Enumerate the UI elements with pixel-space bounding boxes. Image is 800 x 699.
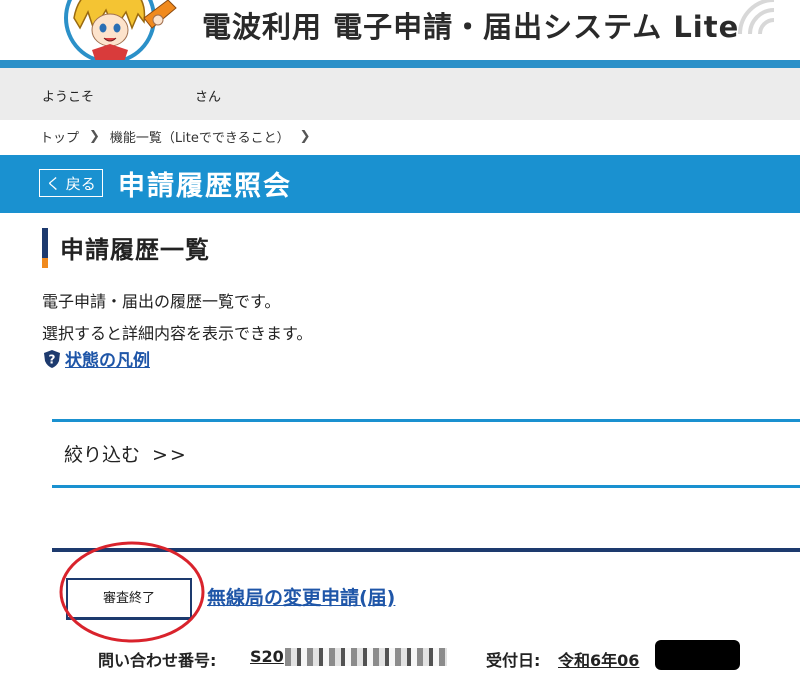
svg-text:?: ?	[49, 352, 56, 366]
status-badge: 審査終了	[66, 578, 192, 620]
redaction-mosaic	[285, 648, 447, 666]
header-divider	[0, 60, 800, 68]
received-date-label: 受付日:	[486, 651, 541, 670]
breadcrumb-item-feature-list[interactable]: 機能一覧（Liteでできること）	[110, 131, 290, 146]
received-date-value: 令和6年06	[558, 651, 640, 670]
chevron-right-icon: ❯	[299, 129, 311, 144]
filter-top-border	[52, 419, 800, 422]
section-heading: 申請履歴一覧	[60, 236, 210, 264]
inquiry-number-value[interactable]: S20	[250, 647, 284, 666]
status-legend-link[interactable]: ? 状態の凡例	[42, 346, 150, 371]
redaction-block	[655, 640, 740, 670]
status-legend-label[interactable]: 状態の凡例	[65, 351, 150, 371]
page-title: 申請履歴照会	[118, 171, 292, 202]
system-title: 電波利用 電子申請・届出システム Lite	[202, 10, 740, 44]
mascot-illustration	[64, 0, 177, 60]
application-title-link[interactable]: 無線局の変更申請(届)	[207, 583, 395, 610]
filter-label: 絞り込む	[64, 444, 141, 466]
back-button[interactable]: く 戻る	[39, 169, 103, 197]
section-heading-marker	[42, 228, 48, 268]
description-line-2: 選択すると詳細内容を表示できます。	[42, 324, 313, 343]
welcome-prefix: ようこそ	[42, 90, 95, 105]
breadcrumb-item-top[interactable]: トップ	[40, 131, 79, 146]
shield-help-icon: ?	[44, 349, 60, 368]
wifi-arcs-icon	[738, 0, 775, 34]
welcome-bar	[0, 68, 800, 120]
filter-bottom-border	[52, 485, 800, 488]
site-header: 電波利用 電子申請・届出システム Lite	[0, 0, 800, 60]
chevron-right-icon: ❯	[89, 129, 100, 144]
breadcrumb: トップ ❯ 機能一覧（Liteでできること） ❯	[40, 127, 321, 146]
filter-toggle[interactable]: 絞り込む >>	[64, 440, 188, 467]
inquiry-number-label: 問い合わせ番号:	[98, 651, 217, 670]
description-line-1: 電子申請・届出の履歴一覧です。	[42, 292, 281, 311]
welcome-suffix: さん	[195, 90, 222, 105]
results-divider	[52, 548, 800, 552]
expand-arrows-icon: >>	[152, 444, 188, 466]
